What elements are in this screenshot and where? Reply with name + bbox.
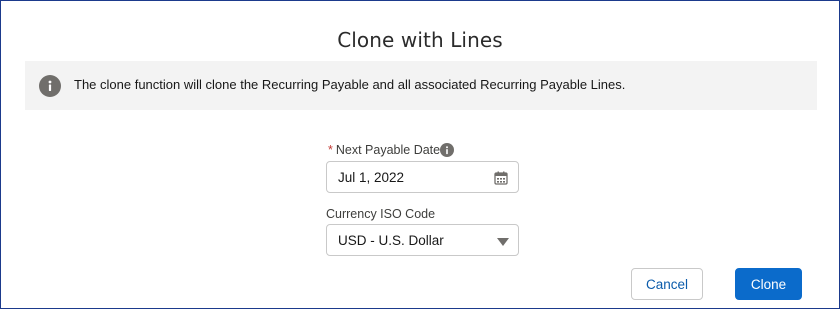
required-marker: * bbox=[328, 143, 333, 157]
cancel-button[interactable]: Cancel bbox=[631, 268, 703, 300]
currency-iso-code-label: Currency ISO Code bbox=[326, 207, 436, 221]
next-payable-date-label-text: Next Payable Date bbox=[335, 143, 441, 157]
clone-with-lines-dialog: Clone with Lines The clone function will… bbox=[0, 0, 840, 309]
info-banner: The clone function will clone the Recurr… bbox=[25, 61, 817, 110]
info-message: The clone function will clone the Recurr… bbox=[74, 77, 626, 92]
calendar-icon[interactable] bbox=[494, 171, 508, 185]
dialog-title: Clone with Lines bbox=[337, 28, 503, 52]
next-payable-date-input[interactable] bbox=[327, 162, 518, 192]
chevron-down-icon[interactable] bbox=[497, 238, 509, 246]
currency-selected-value: USD - U.S. Dollar bbox=[338, 233, 444, 248]
next-payable-date-field[interactable] bbox=[326, 161, 519, 193]
currency-iso-code-select[interactable]: USD - U.S. Dollar bbox=[326, 224, 519, 256]
clone-button[interactable]: Clone bbox=[735, 268, 802, 300]
info-help-icon[interactable] bbox=[440, 143, 454, 157]
info-circle-icon bbox=[39, 75, 61, 97]
next-payable-date-label: * Next Payable Date bbox=[328, 143, 440, 157]
